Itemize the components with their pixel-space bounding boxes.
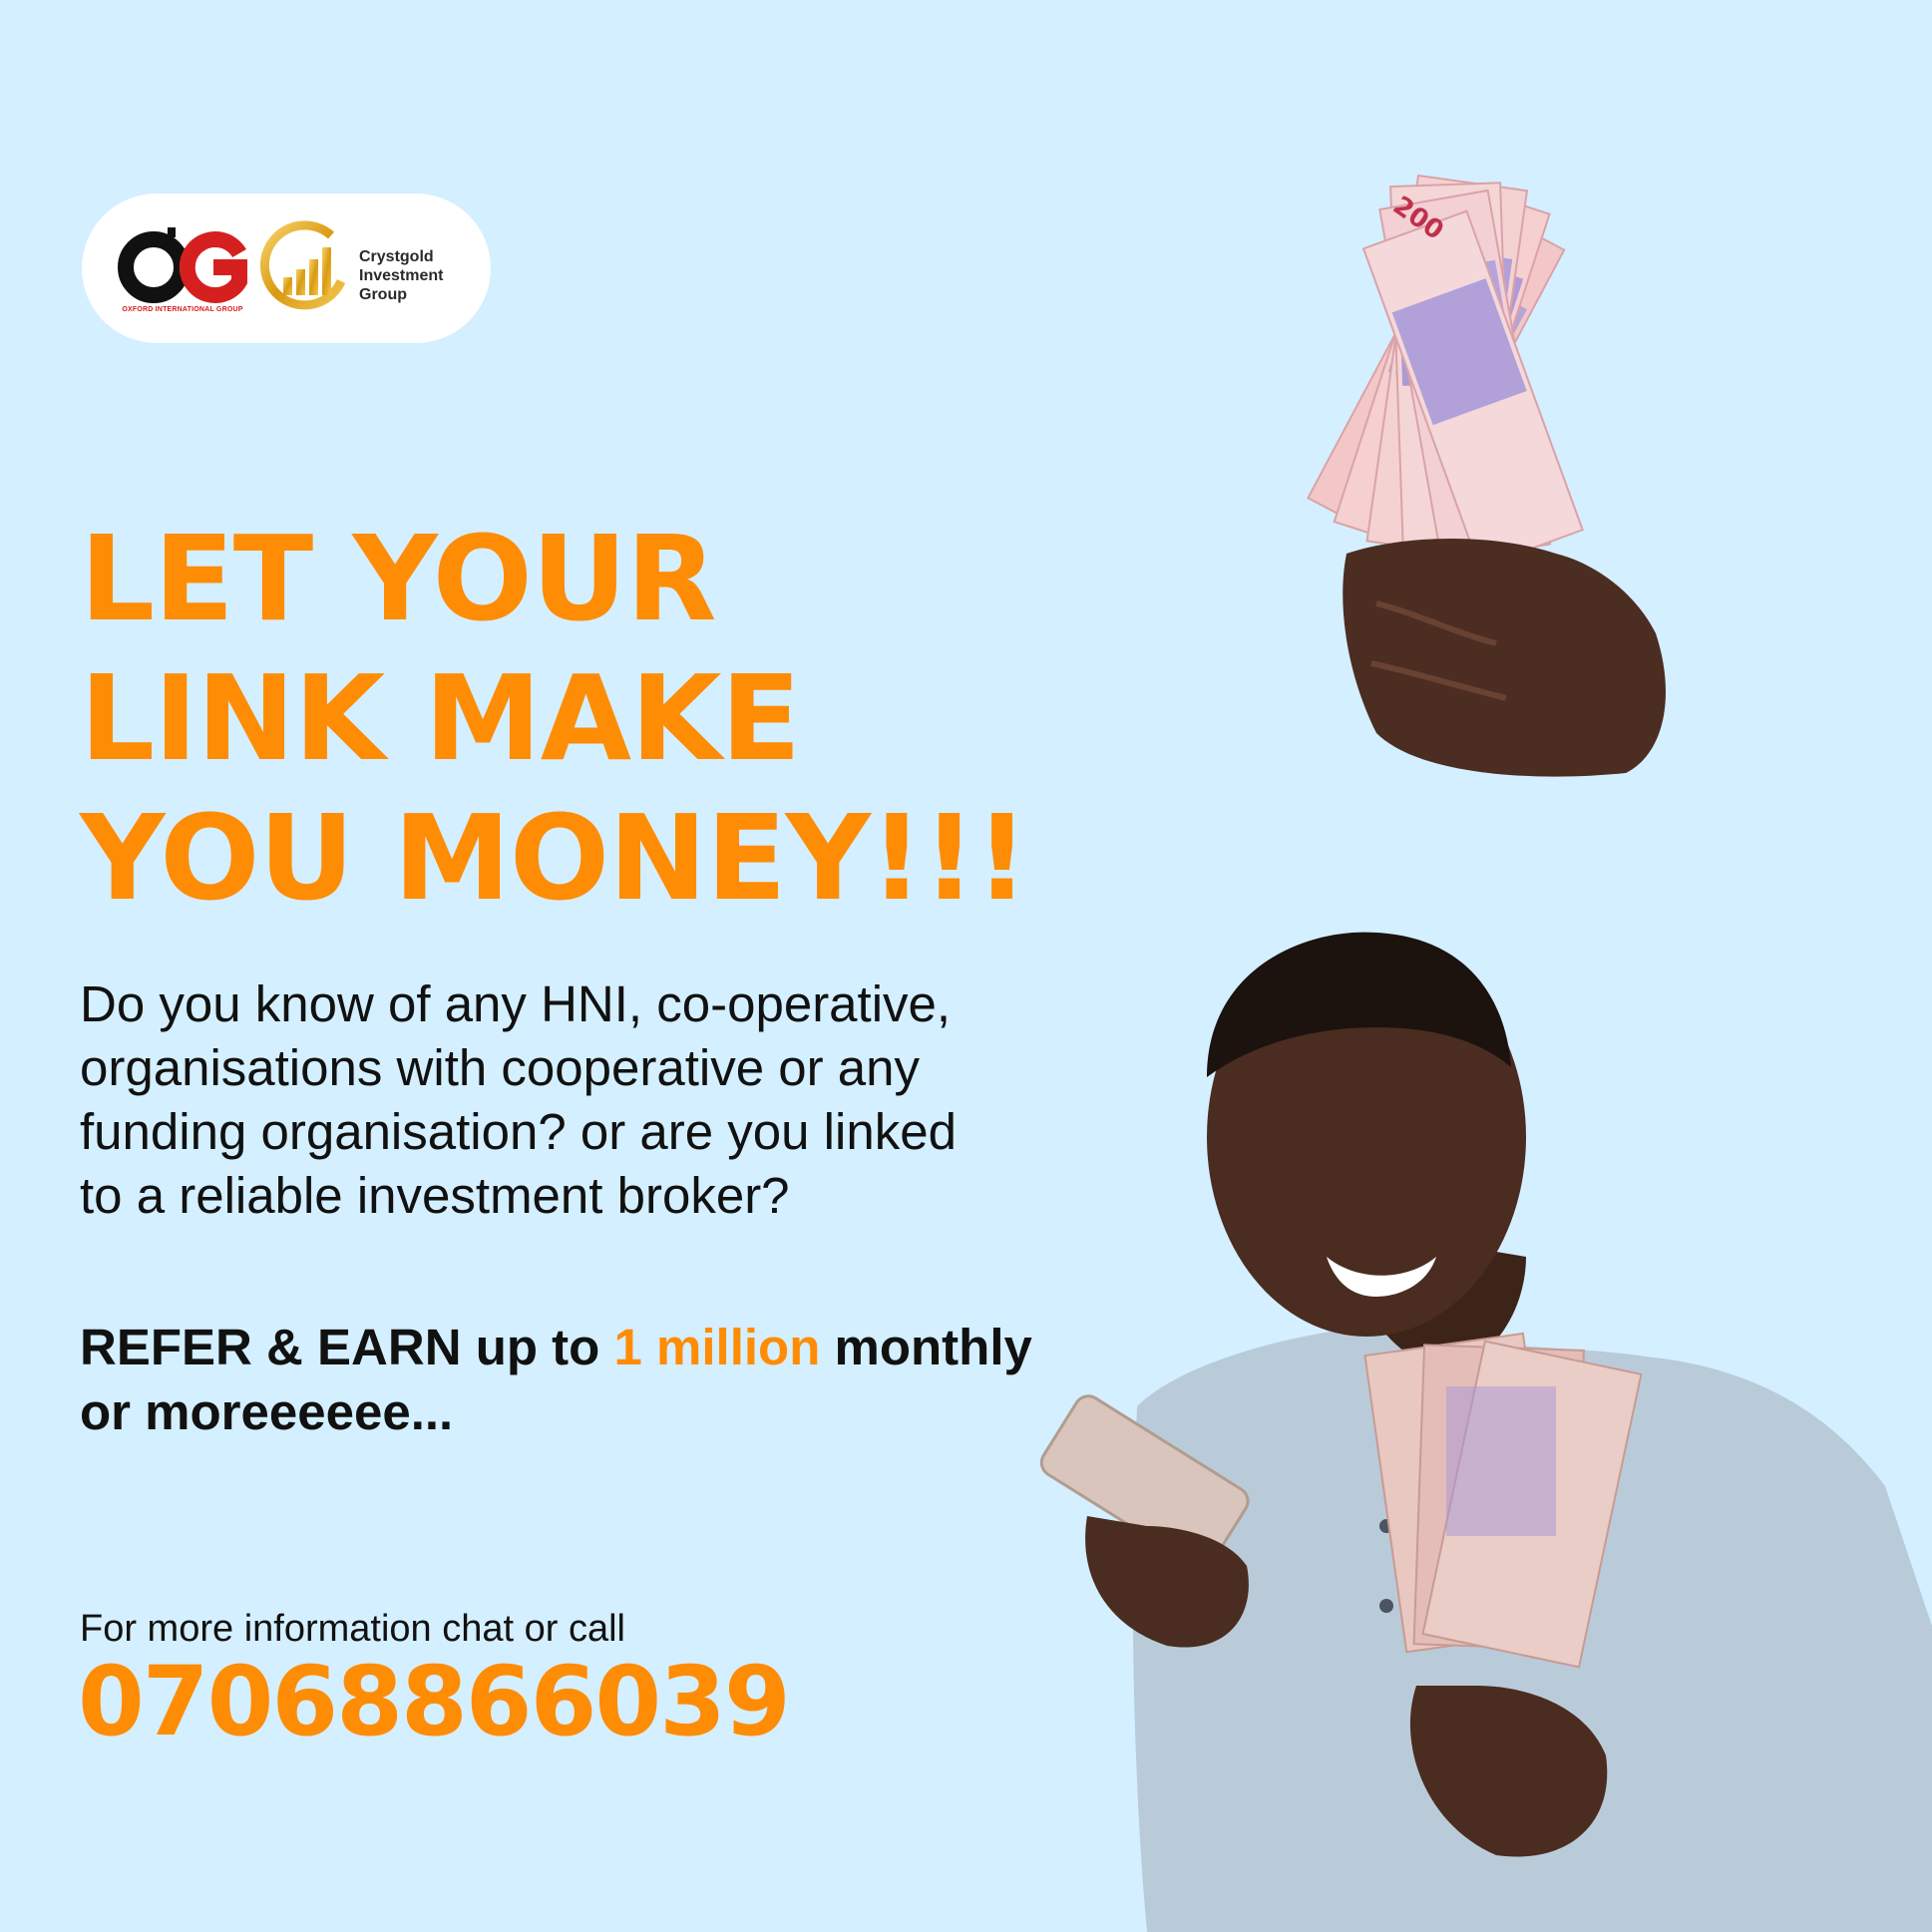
phone-number[interactable]: 07068866039 bbox=[78, 1646, 791, 1757]
body-line3: funding organisation? or are you linked bbox=[80, 1103, 957, 1160]
crystgold-name: Crystgold Investment Group bbox=[359, 247, 443, 304]
headline-line3: YOU MONEY!!! bbox=[80, 789, 1028, 927]
refer-highlight: 1 million bbox=[613, 1319, 821, 1375]
smiling-man-with-phone-image bbox=[1039, 932, 1932, 1932]
refer-part1: REFER & EARN up to bbox=[80, 1319, 614, 1375]
headline: LET YOUR LINK MAKE YOU MONEY!!! bbox=[80, 509, 1028, 928]
logo-pill: OXFORD INTERNATIONAL GROUP Crystgold Inv… bbox=[82, 193, 491, 343]
hand-holding-banknotes-image: 200 bbox=[1307, 174, 1666, 777]
refer-earn-text: REFER & EARN up to 1 million monthly or … bbox=[80, 1315, 1032, 1444]
body-line4: to a reliable investment broker? bbox=[80, 1167, 790, 1224]
crystgold-name-line2: Investment bbox=[359, 267, 444, 284]
oxford-group-logo bbox=[118, 227, 247, 303]
refer-part2: monthly bbox=[820, 1319, 1032, 1375]
headline-line2: LINK MAKE bbox=[80, 649, 801, 787]
body-paragraph: Do you know of any HNI, co-operative, or… bbox=[80, 972, 1107, 1228]
body-line1: Do you know of any HNI, co-operative, bbox=[80, 975, 952, 1032]
banknote-fan: 200 bbox=[1307, 174, 1584, 570]
contact-label: For more information chat or call bbox=[80, 1608, 625, 1650]
oxford-group-caption: OXFORD INTERNATIONAL GROUP bbox=[122, 306, 243, 313]
refer-line1: REFER & EARN up to 1 million monthly bbox=[80, 1315, 1032, 1379]
crystgold-name-line1: Crystgold bbox=[359, 248, 434, 265]
hand-shape bbox=[1343, 539, 1666, 777]
body-line2: organisations with cooperative or any bbox=[80, 1039, 920, 1096]
refer-line2: or moreeeeee... bbox=[80, 1383, 454, 1440]
headline-line1: LET YOUR bbox=[80, 510, 717, 647]
crystgold-name-line3: Group bbox=[359, 286, 407, 303]
crystgold-logo-icon bbox=[259, 220, 346, 310]
